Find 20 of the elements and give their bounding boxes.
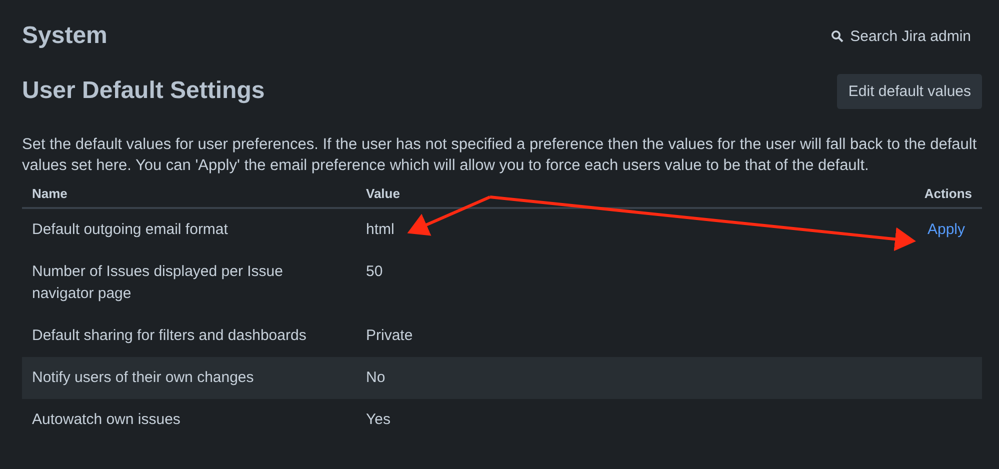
table-cell: Default outgoing email format	[22, 208, 356, 251]
column-header: Actions	[666, 180, 982, 208]
column-header: Value	[356, 180, 667, 208]
table-cell: html	[366, 221, 394, 238]
edit-default-values-button[interactable]: Edit default values	[837, 74, 982, 108]
apply-link[interactable]: Apply	[927, 221, 965, 238]
table-cell-text: Number of Issues displayed per Issue navigator page	[31, 262, 284, 304]
table-cell: Private	[366, 327, 413, 344]
search-icon	[831, 30, 844, 42]
page-title: System	[22, 22, 108, 50]
table-cell: 50	[366, 263, 383, 280]
table-cell: Autowatch own issues	[22, 399, 356, 441]
column-header: Name	[22, 180, 356, 208]
table-cell: Notify users of their own changes	[22, 357, 356, 399]
description: Set the default values for user preferences. If the user has not specified a preference then the values for the user will fall back to the default values set here. You can 'Apply' the email preference which will allow you to force each users value to be that of the default.	[22, 135, 978, 176]
search-link[interactable]: Search Jira admin	[831, 28, 971, 44]
table-cell: Yes	[366, 411, 390, 428]
section-title: User Default Settings	[22, 77, 265, 105]
table-cell: No	[366, 369, 386, 386]
table-cell: Default sharing for filters and dashboards	[22, 315, 356, 357]
